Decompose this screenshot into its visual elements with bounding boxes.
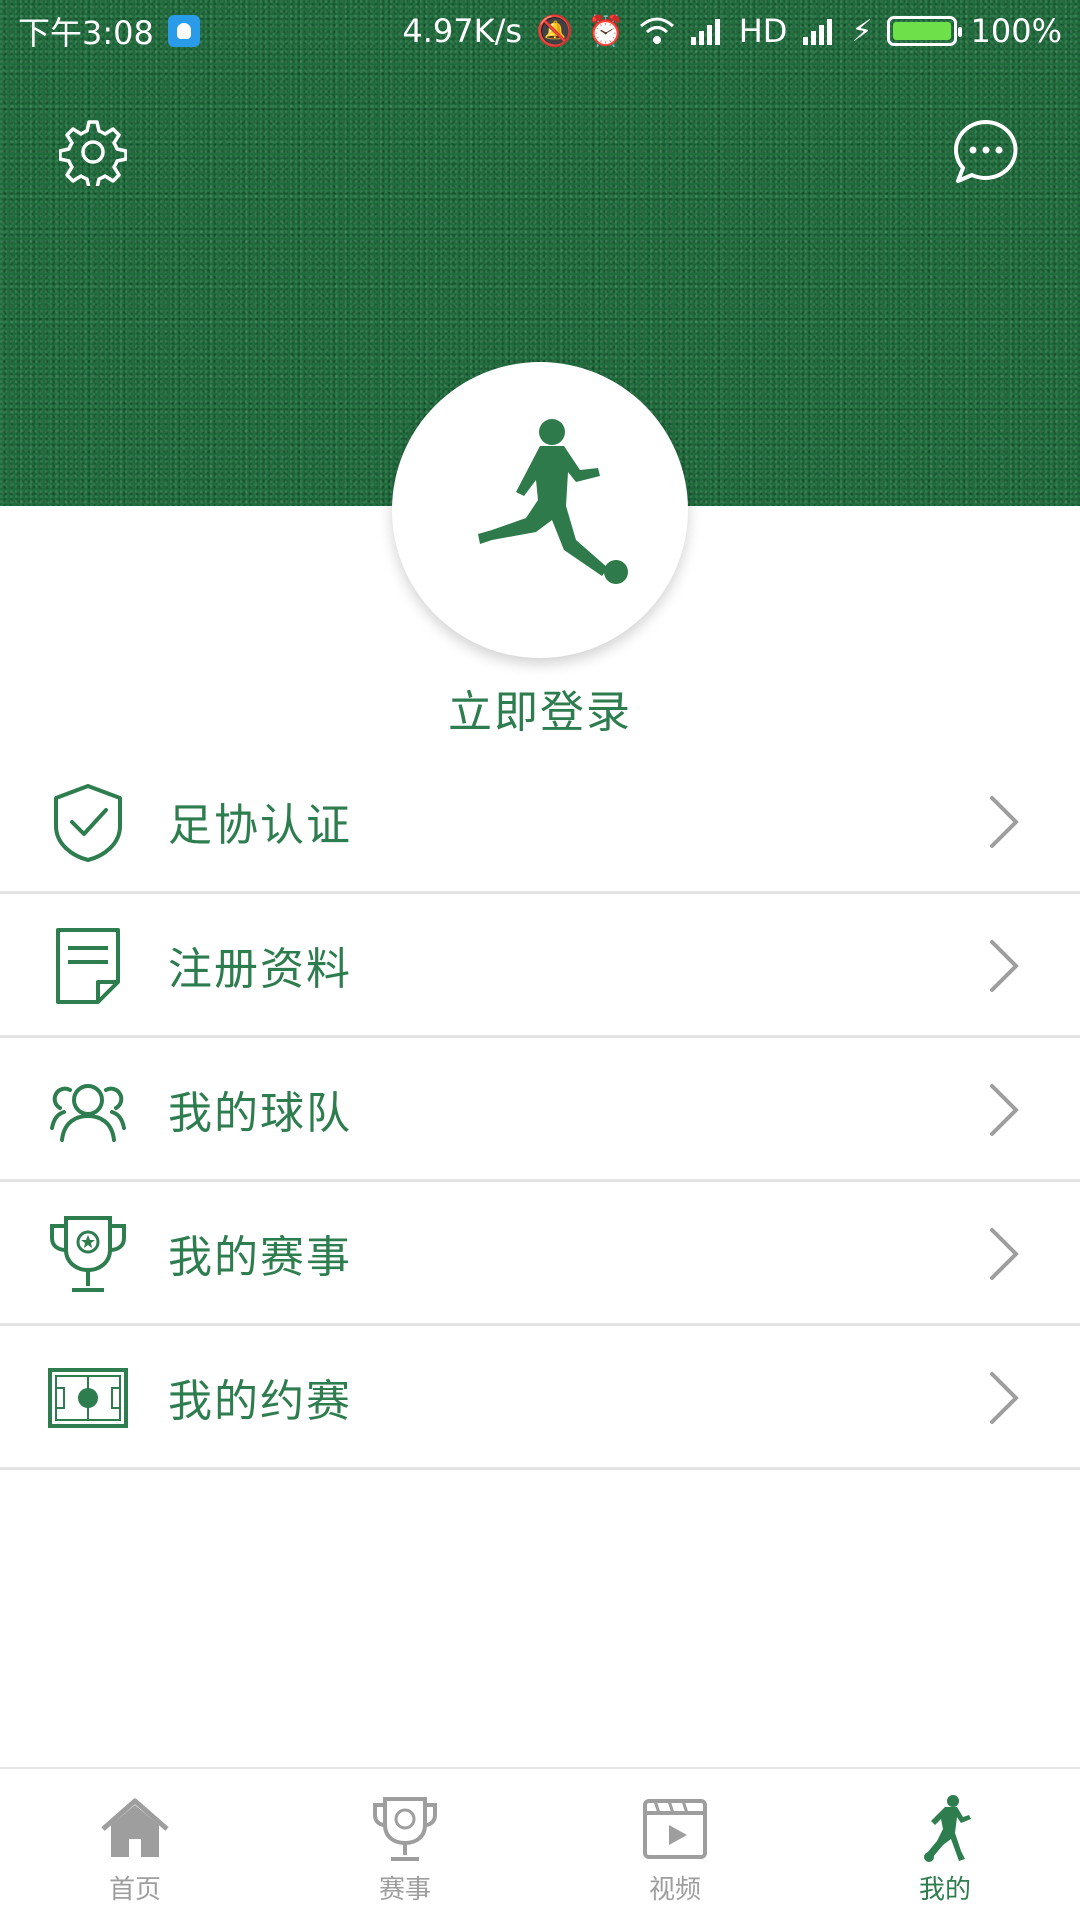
chevron-right-icon bbox=[990, 1228, 1019, 1280]
avatar[interactable] bbox=[392, 362, 688, 658]
tab-label: 我的 bbox=[918, 1875, 971, 1905]
menu-item-label: 我的球队 bbox=[168, 1087, 352, 1139]
tab-video[interactable]: 视频 bbox=[540, 1769, 810, 1920]
menu-item-registration-info[interactable]: 注册资料 bbox=[0, 894, 1080, 1038]
network-type: HD bbox=[738, 12, 788, 50]
menu-item-association-certification[interactable]: 足协认证 bbox=[0, 750, 1080, 894]
menu-list: 足协认证 注册资料 我的球队 我的赛事 我的约赛 bbox=[0, 750, 1080, 1470]
charging-icon: ⚡ bbox=[851, 13, 873, 49]
soccer-player-icon bbox=[924, 1795, 971, 1862]
battery-icon bbox=[886, 16, 962, 46]
mute-icon: 🔕 bbox=[536, 13, 574, 49]
gear-icon bbox=[59, 120, 127, 186]
bottom-tab-bar: 首页 赛事 视频 我的 bbox=[0, 1767, 1080, 1920]
video-icon bbox=[643, 1799, 707, 1859]
menu-item-label: 我的约赛 bbox=[168, 1375, 352, 1427]
trophy-icon bbox=[50, 1216, 126, 1292]
signal-icon bbox=[690, 19, 720, 45]
team-icon bbox=[50, 1084, 126, 1142]
battery-fill bbox=[892, 22, 951, 40]
menu-item-my-appointments[interactable]: 我的约赛 bbox=[0, 1326, 1080, 1470]
chevron-right-icon bbox=[990, 796, 1019, 848]
tab-label: 赛事 bbox=[378, 1875, 431, 1905]
home-icon bbox=[101, 1798, 169, 1857]
shield-check-icon bbox=[54, 784, 122, 862]
trophy-icon bbox=[373, 1797, 437, 1861]
status-time: 下午3:08 bbox=[18, 14, 154, 52]
chevron-right-icon bbox=[990, 1084, 1019, 1136]
alarm-icon: ⏰ bbox=[587, 13, 625, 49]
login-link[interactable]: 立即登录 bbox=[340, 676, 740, 740]
status-bar: 下午3:08 4.97K/s 🔕 ⏰ HD ⚡ 100% bbox=[0, 0, 1080, 62]
menu-item-label: 足协认证 bbox=[168, 799, 352, 851]
settings-button[interactable] bbox=[53, 112, 133, 192]
chevron-right-icon bbox=[990, 1372, 1019, 1424]
menu-item-label: 注册资料 bbox=[168, 943, 352, 995]
battery-percent: 100% bbox=[970, 12, 1062, 50]
wifi-icon bbox=[639, 17, 674, 44]
tab-matches[interactable]: 赛事 bbox=[270, 1769, 540, 1920]
document-icon bbox=[56, 928, 120, 1004]
pitch-icon bbox=[48, 1368, 128, 1428]
message-button[interactable] bbox=[946, 112, 1026, 192]
soccer-player-icon bbox=[478, 419, 628, 584]
tab-home[interactable]: 首页 bbox=[0, 1769, 270, 1920]
tab-label: 首页 bbox=[108, 1875, 161, 1905]
menu-item-my-matches[interactable]: 我的赛事 bbox=[0, 1182, 1080, 1326]
menu-item-my-team[interactable]: 我的球队 bbox=[0, 1038, 1080, 1182]
net-speed: 4.97K/s bbox=[402, 12, 523, 50]
tab-label: 视频 bbox=[648, 1875, 701, 1905]
signal-icon-2 bbox=[803, 19, 833, 45]
qq-notification-icon bbox=[167, 15, 200, 47]
chat-bubble-icon bbox=[954, 120, 1018, 183]
tab-profile[interactable]: 我的 bbox=[810, 1769, 1080, 1920]
menu-item-label: 我的赛事 bbox=[168, 1231, 352, 1283]
chevron-right-icon bbox=[990, 940, 1019, 992]
